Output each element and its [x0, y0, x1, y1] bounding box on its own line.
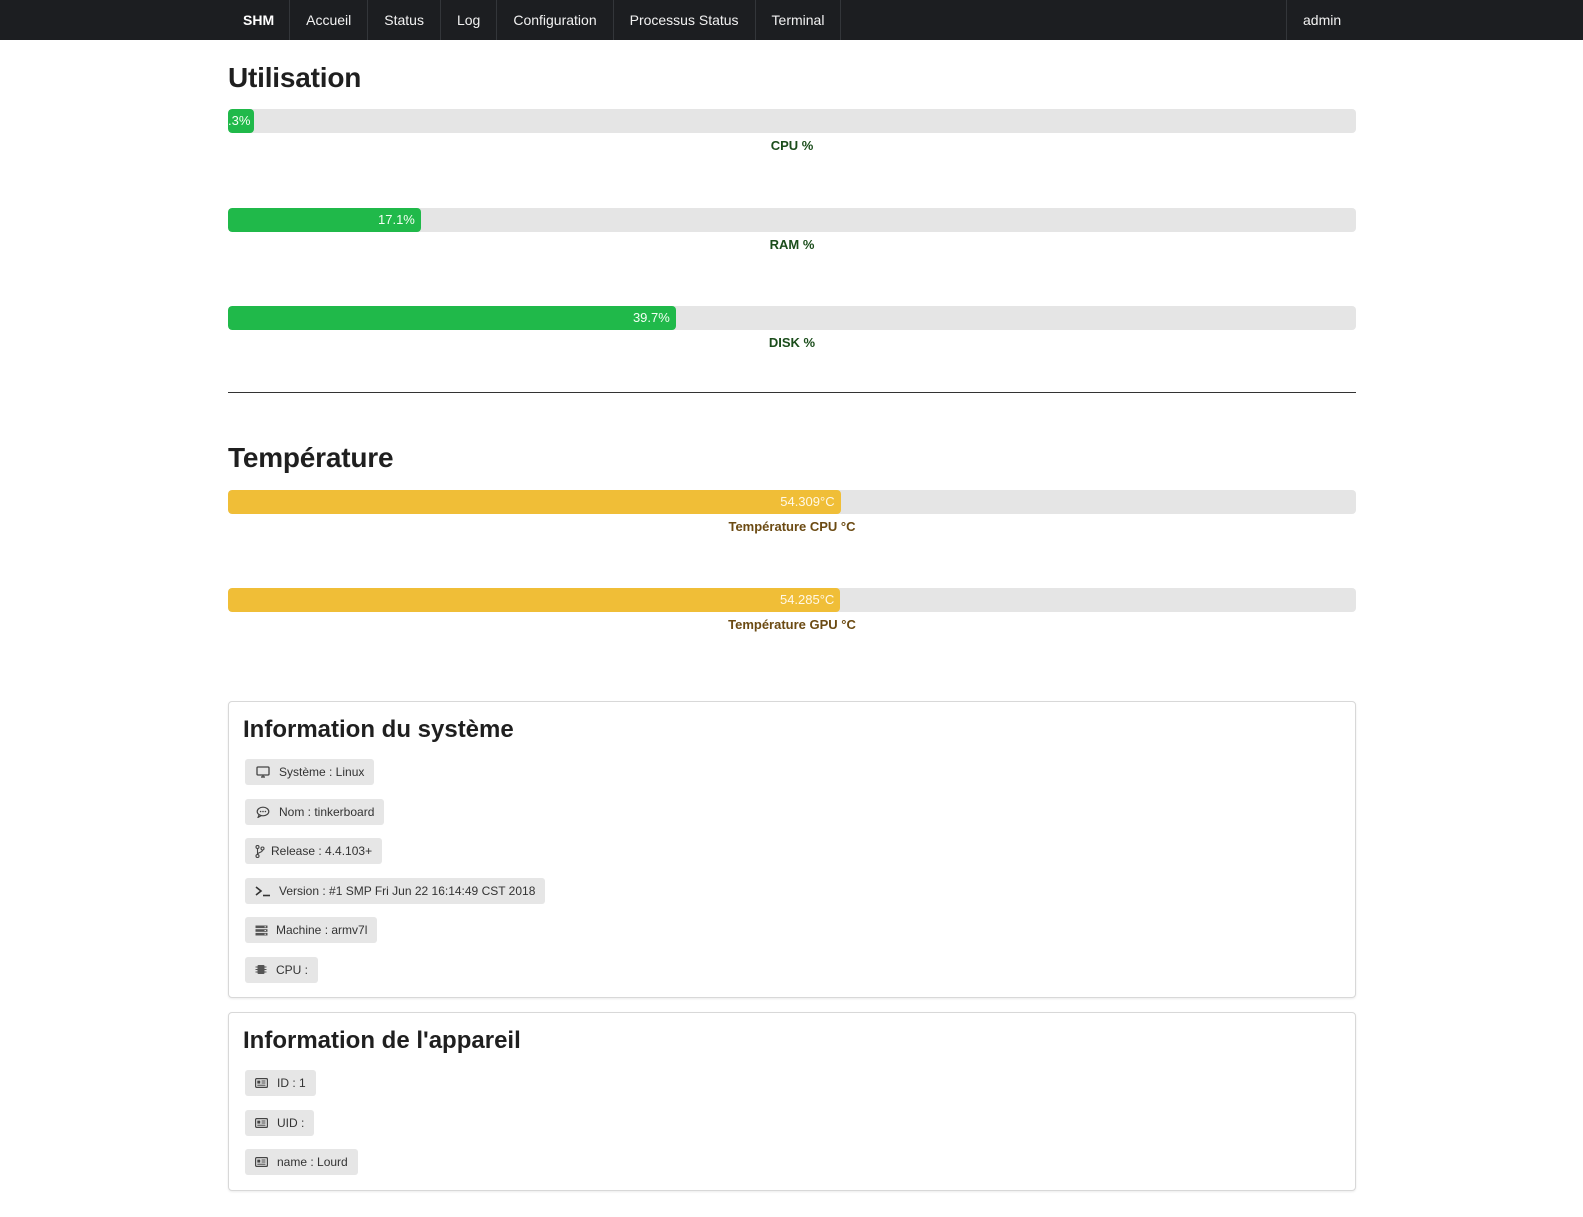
progress-track: 17.1% — [228, 208, 1356, 232]
progress-track: 54.285°C — [228, 588, 1356, 612]
device-uid-badge: UID : — [245, 1109, 315, 1136]
cpu-usage-label: CPU % — [770, 138, 814, 153]
nav-item-accueil[interactable]: Accueil — [290, 0, 369, 40]
progress-track: .3% — [228, 109, 1356, 133]
system-os-badge: Système : Linux — [245, 759, 375, 785]
user-menu[interactable]: admin — [1286, 0, 1357, 40]
cpu-usage-meter: .3% CPU % — [228, 109, 1356, 153]
nav-item-processus-status[interactable]: Processus Status — [614, 0, 756, 40]
gpu-temperature-bar: 54.285°C — [228, 588, 841, 612]
disk-usage-label: DISK % — [768, 335, 816, 350]
system-os-text: Système : Linux — [279, 765, 365, 779]
server-icon — [255, 923, 268, 937]
device-uid-text: UID : — [277, 1115, 305, 1130]
monitor-icon — [255, 765, 271, 779]
nav-item-log[interactable]: Log — [441, 0, 498, 40]
device-name-text: name : Lourd — [277, 1155, 348, 1170]
ram-usage-meter: 17.1% RAM % — [228, 208, 1356, 252]
cpu-usage-bar: .3% — [228, 109, 254, 133]
device-id-text: ID : 1 — [277, 1076, 306, 1090]
system-info-list: Système : Linux Nom : tinkerboard Releas… — [245, 759, 546, 997]
disk-usage-meter: 39.7% DISK % — [228, 306, 1356, 350]
system-name-text: Nom : tinkerboard — [279, 804, 375, 819]
system-machine-text: Machine : armv7l — [276, 923, 368, 938]
device-info-title: Information de l'appareil — [243, 1027, 521, 1054]
utilisation-title: Utilisation — [228, 62, 362, 93]
progress-track: 39.7% — [228, 306, 1356, 330]
nav-item-configuration[interactable]: Configuration — [497, 0, 614, 40]
terminal-icon — [255, 884, 271, 898]
system-info-panel: Information du système Système : Linux N… — [228, 701, 1356, 998]
temperature-title: Température — [228, 442, 394, 473]
system-info-title: Information du système — [243, 716, 514, 743]
gpu-temperature-label: Température GPU °C — [728, 617, 856, 632]
device-id-badge: ID : 1 — [245, 1070, 316, 1096]
nav-item-terminal[interactable]: Terminal — [756, 0, 842, 40]
system-version-text: Version : #1 SMP Fri Jun 22 16:14:49 CST… — [279, 883, 536, 898]
system-cpu-text: CPU : — [276, 962, 309, 977]
disk-usage-bar: 39.7% — [228, 306, 676, 330]
cpu-temperature-label: Température CPU °C — [728, 519, 856, 534]
device-info-list: ID : 1 UID : name : Lourd — [245, 1070, 358, 1189]
system-name-badge: Nom : tinkerboard — [245, 798, 385, 825]
chat-bubble-icon — [255, 805, 271, 819]
chip-icon — [255, 963, 267, 977]
brand-link[interactable]: SHM — [228, 0, 291, 40]
progress-track: 54.309°C — [228, 490, 1356, 514]
cpu-temperature-meter: 54.309°C Température CPU °C — [228, 490, 1356, 534]
device-name-badge: name : Lourd — [245, 1149, 358, 1176]
system-release-badge: Release : 4.4.103+ — [245, 838, 383, 865]
id-card-icon — [255, 1155, 268, 1169]
id-card-icon — [255, 1076, 268, 1090]
id-card-icon — [255, 1116, 268, 1130]
nav-item-status[interactable]: Status — [368, 0, 441, 40]
system-release-text: Release : 4.4.103+ — [271, 844, 373, 859]
ram-usage-bar: 17.1% — [228, 208, 421, 232]
system-machine-badge: Machine : armv7l — [245, 917, 378, 944]
cpu-temperature-bar: 54.309°C — [228, 490, 841, 514]
nav-menu: SHM Accueil Status Log Configuration Pro… — [228, 0, 842, 40]
section-divider — [228, 392, 1356, 393]
system-cpu-badge: CPU : — [245, 956, 319, 983]
git-branch-icon — [255, 844, 265, 858]
gpu-temperature-meter: 54.285°C Température GPU °C — [228, 588, 1356, 632]
device-info-panel: Information de l'appareil ID : 1 UID : n… — [228, 1012, 1356, 1191]
ram-usage-label: RAM % — [769, 237, 815, 252]
system-version-badge: Version : #1 SMP Fri Jun 22 16:14:49 CST… — [245, 877, 546, 904]
top-navbar: SHM Accueil Status Log Configuration Pro… — [0, 0, 1583, 40]
